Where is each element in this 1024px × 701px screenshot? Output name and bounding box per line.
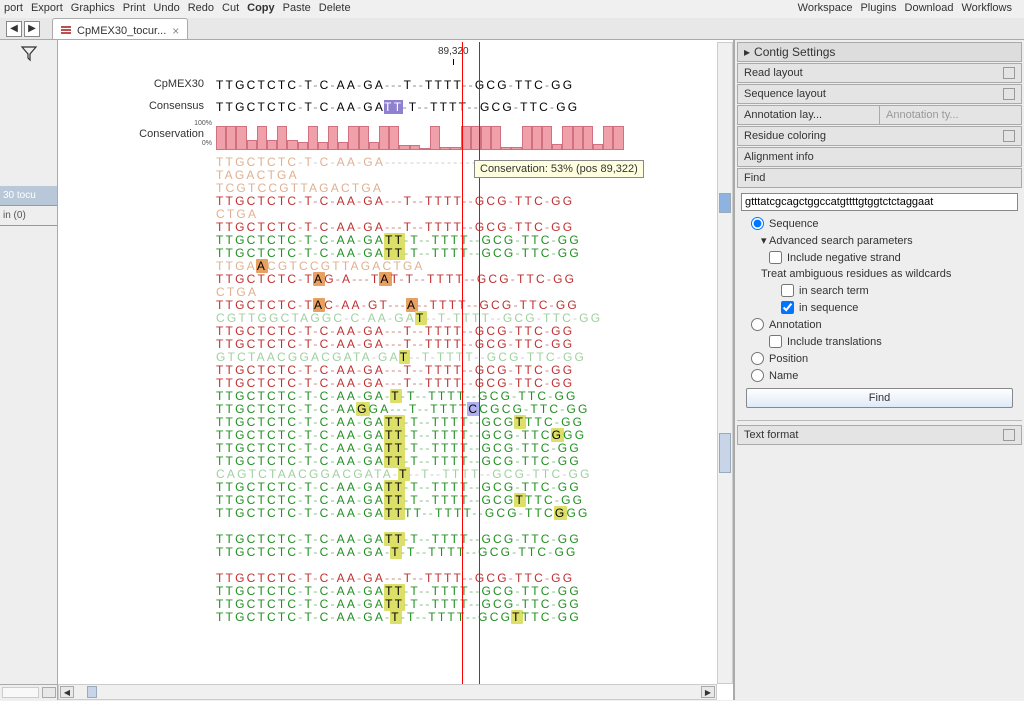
menu-copy[interactable]: Copy [247,2,275,14]
check-neg-strand[interactable] [769,251,782,264]
nav-fwd[interactable]: ▶ [24,21,40,37]
close-icon[interactable]: × [172,24,179,38]
document-tab[interactable]: CpMEX30_tocur... × [52,18,188,39]
ruler-label: 89,320 [438,46,469,57]
label-sequence: Sequence [769,218,819,230]
tab-title: CpMEX30_tocur... [77,25,166,37]
conservation-label: Conservation [58,128,210,140]
scroll-left-icon[interactable]: ◀ [60,686,74,698]
menu-workspace[interactable]: Workspace [798,2,853,14]
conservation-bars [216,122,624,150]
more-icon[interactable] [1003,130,1015,142]
reads-area[interactable]: TTGCTCTC-T-C-AA-GA----------------------… [216,156,717,684]
conservation-tooltip: Conservation: 53% (pos 89,322) [474,160,644,178]
alignment-icon [61,26,71,36]
label-neg-strand: Include negative strand [787,252,901,264]
section-alignment-info[interactable]: Alignment info [737,147,1022,167]
side-item-in[interactable]: in (0) [0,206,57,226]
menu-delete[interactable]: Delete [319,2,351,14]
side-item-tocu[interactable]: 30 tocu [0,186,57,206]
tab-row: ◀ ▶ CpMEX30_tocur... × [0,18,1024,40]
menu-graphics[interactable]: Graphics [71,2,115,14]
menu-right: Workspace Plugins Download Workflows [798,2,1020,16]
menu-cut[interactable]: Cut [222,2,239,14]
section-annotation[interactable]: Annotation lay... Annotation ty... [737,105,1022,125]
label-include-trans: Include translations [787,336,882,348]
panel-header[interactable]: ▸ Contig Settings [737,42,1022,62]
check-in-search[interactable] [781,284,794,297]
find-input[interactable] [741,193,1018,211]
advanced-disclosure[interactable]: ▾ Advanced search parameters [761,232,1018,249]
label-in-sequence: in sequence [799,302,858,314]
check-include-trans[interactable] [769,335,782,348]
section-read-layout[interactable]: Read layout [737,63,1022,83]
menu-port[interactable]: port [4,2,23,14]
settings-panel: ▸ Contig Settings Read layout Sequence l… [734,40,1024,700]
v-scrollbar[interactable] [717,42,733,684]
section-text-format[interactable]: Text format [737,425,1022,445]
reference-label: CpMEX30 [58,78,210,90]
h-scrollbar[interactable]: ◀ ▶ [58,684,717,700]
menu-print[interactable]: Print [123,2,146,14]
menu-export[interactable]: Export [31,2,63,14]
menu-left: port Export Graphics Print Undo Redo Cut Copy Pa… [4,2,359,16]
expand-icon: ▸ [744,45,750,59]
ruler: 89,320 [58,46,717,70]
radio-sequence[interactable] [751,217,764,230]
section-residue-coloring[interactable]: Residue coloring [737,126,1022,146]
label-in-search: in search term [799,285,869,297]
read-row[interactable]: TTGCTCTC-T-C-AA-GA---T--TTTT--GCG-TTC-GG [216,195,717,208]
find-button[interactable]: Find [746,388,1013,408]
scale-bot: 0% [202,140,212,147]
nav-back[interactable]: ◀ [6,21,22,37]
panel-title: Contig Settings [754,45,835,59]
scroll-right-icon[interactable]: ▶ [701,686,715,698]
read-row[interactable]: TTGCTCTC-T-C-AA-GATTTT--TTTT--GCG-TTCGGG [216,507,717,520]
sequence-view: 89,320 CpMEX30 TTGCTCTC-T-C-AA-GA---T--T… [58,40,734,700]
menu-plugins[interactable]: Plugins [860,2,896,14]
radio-annotation[interactable] [751,318,764,331]
menu-undo[interactable]: Undo [153,2,179,14]
label-name: Name [769,370,798,382]
radio-position[interactable] [751,352,764,365]
read-row[interactable]: TTGCTCTC-T-C-AA-GA-T-T--TTTT--GCGTTTC-GG [216,611,717,624]
menu-redo[interactable]: Redo [188,2,214,14]
reference-sequence: TTGCTCTC-T-C-AA-GA---T--TTTT--GCG-TTC-GG [216,78,574,92]
left-sidebar: 30 tocu in (0) [0,40,58,700]
filter-icon[interactable] [20,44,38,62]
label-position: Position [769,353,808,365]
section-find[interactable]: Find [737,168,1022,188]
more-icon[interactable] [1003,429,1015,441]
label-annotation: Annotation [769,319,822,331]
scale-top: 100% [194,120,212,127]
read-row[interactable]: TTGCTCTC-TAG-A---TAT-T--TTTT--GCG-TTC-GG [216,273,717,286]
more-icon[interactable] [1003,67,1015,79]
check-in-sequence[interactable] [781,301,794,314]
menu-paste[interactable]: Paste [283,2,311,14]
consensus-sequence: TTGCTCTC-T-C-AA-GATT-T--TTTT--GCG-TTC-GG [216,100,579,114]
consensus-label: Consensus [58,100,210,112]
menu-download[interactable]: Download [905,2,954,14]
label-treat-amb: Treat ambiguous residues as wildcards [761,266,1018,282]
menu-workflows[interactable]: Workflows [961,2,1012,14]
side-scroll-btn[interactable] [42,687,56,698]
read-row[interactable]: TTGCTCTC-T-C-AA-GA-T-T--TTTT--GCG-TTC-GG [216,546,717,559]
radio-name[interactable] [751,369,764,382]
more-icon[interactable] [1003,88,1015,100]
section-sequence-layout[interactable]: Sequence layout [737,84,1022,104]
side-scroll-track[interactable] [2,687,39,698]
